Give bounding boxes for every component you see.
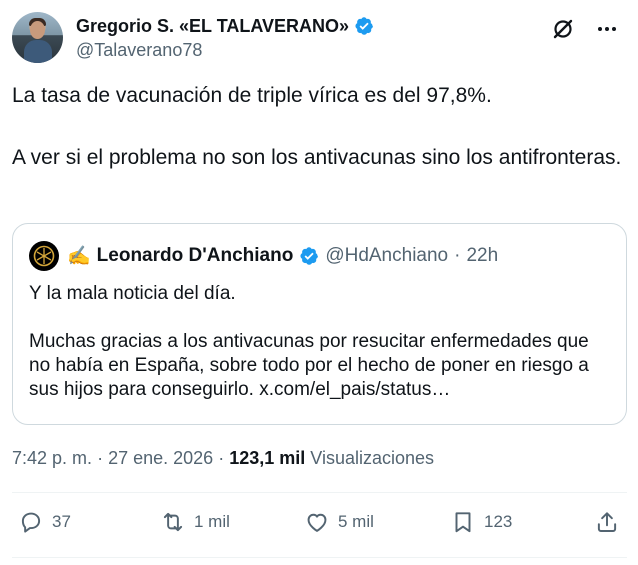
quoted-tweet[interactable]: ✍️ Leonardo D'Anchiano @HdAnchiano · 22h… <box>12 223 627 425</box>
share-button[interactable] <box>594 509 620 535</box>
divider <box>12 557 627 558</box>
repost-count: 1 mil <box>194 512 230 531</box>
action-bar: 37 1 mil 5 mil 123 <box>12 509 627 541</box>
views-count: 123,1 mil <box>229 448 306 468</box>
author-name-row: Gregorio S. «EL TALAVERANO» <box>76 15 374 37</box>
share-icon <box>597 512 617 532</box>
grok-icon[interactable] <box>546 12 580 46</box>
tweet-paragraph: A ver si el problema no son los antivacu… <box>12 146 622 169</box>
verified-badge-icon <box>355 17 373 35</box>
repost-button[interactable]: 1 mil <box>160 509 230 535</box>
separator-dot: · <box>454 245 461 266</box>
verified-badge-icon <box>300 247 319 265</box>
repost-icon <box>163 512 183 532</box>
author-display-name[interactable]: Gregorio S. «EL TALAVERANO» <box>76 15 349 37</box>
quoted-author-avatar[interactable] <box>29 241 59 271</box>
reply-icon <box>21 512 41 533</box>
reply-count: 37 <box>52 512 71 531</box>
like-icon <box>307 513 327 532</box>
quoted-tweet-time[interactable]: 22h <box>466 245 498 267</box>
quoted-paragraph: Muchas gracias a los antivacunas por res… <box>29 331 589 400</box>
tweet-text: La tasa de vacunación de triple vírica e… <box>12 80 622 173</box>
views-label: Visualizaciones <box>310 448 435 468</box>
separator-dot: · <box>97 448 104 468</box>
tweet-date[interactable]: 27 ene. 2026 <box>108 448 213 468</box>
quoted-author-handle[interactable]: @HdAnchiano <box>325 245 448 267</box>
divider <box>12 492 627 493</box>
bookmark-button[interactable]: 123 <box>450 509 512 535</box>
more-icon[interactable] <box>590 12 624 46</box>
quoted-paragraph: Y la mala noticia del día. <box>29 283 236 304</box>
author-handle[interactable]: @Talaveranо78 <box>76 39 202 61</box>
like-button[interactable]: 5 mil <box>304 509 374 535</box>
writing-hand-icon: ✍️ <box>67 246 91 267</box>
tweet-time[interactable]: 7:42 p. m. <box>12 448 92 468</box>
tweet-metadata: 7:42 p. m. · 27 ene. 2026 · 123,1 mil Vi… <box>12 448 434 469</box>
quoted-tweet-text: Y la mala noticia del día. Muchas gracia… <box>29 282 614 402</box>
quoted-tweet-header: ✍️ Leonardo D'Anchiano @HdAnchiano · 22h <box>29 241 498 271</box>
bookmark-icon <box>455 512 471 533</box>
bookmark-count: 123 <box>484 512 513 531</box>
reply-button[interactable]: 37 <box>18 509 71 535</box>
like-count: 5 mil <box>338 512 374 531</box>
tweet-header: Gregorio S. «EL TALAVERANO» @Talaveranо7… <box>12 12 626 64</box>
header-actions <box>546 12 624 46</box>
author-avatar[interactable] <box>12 12 63 63</box>
separator-dot: · <box>218 448 225 468</box>
quoted-author-name[interactable]: Leonardo D'Anchiano <box>97 245 294 267</box>
tweet-paragraph: La tasa de vacunación de triple vírica e… <box>12 84 492 107</box>
